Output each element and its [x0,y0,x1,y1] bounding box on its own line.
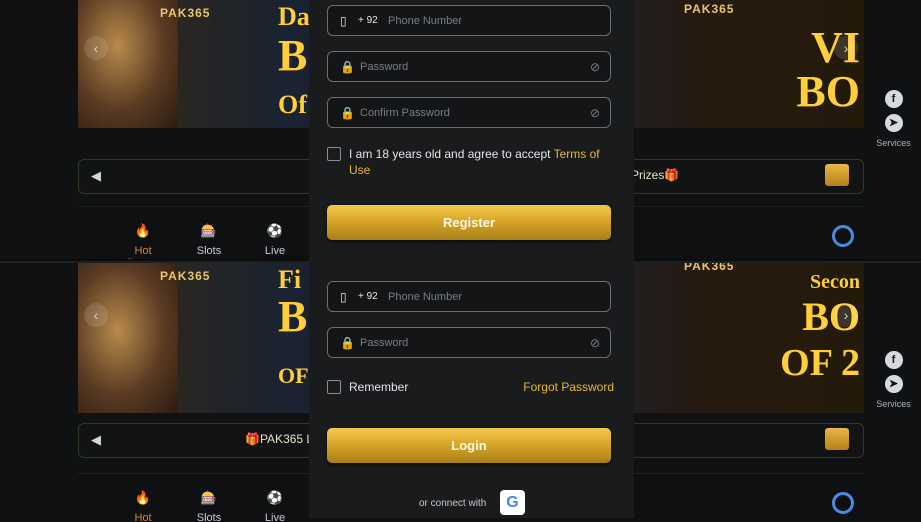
lock-icon: 🔒 [340,60,355,74]
tab-label: Slots [196,512,222,522]
ball-icon: ⚽ [266,490,284,505]
promo-text-line-3: Of [278,90,307,119]
tab-hot-games[interactable]: 🔥 Hot Games [116,223,170,259]
eye-off-icon[interactable]: ⊘ [590,60,600,74]
login-password-field[interactable]: 🔒 Password ⊘ [327,327,611,358]
phone-placeholder: Phone Number [388,291,462,303]
banner-next-arrow-icon[interactable]: › [834,303,858,327]
services-label[interactable]: Services [866,138,921,148]
tab-label: Hot Games [134,512,152,522]
facebook-icon[interactable]: f [884,351,903,369]
lock-icon: 🔒 [340,106,355,120]
confirm-password-placeholder: Confirm Password [360,107,450,119]
login-phone-field[interactable]: ▯ + 92 Phone Number [327,281,611,312]
auth-modal: ▯ + 92 Phone Number 🔒 Password ⊘ 🔒 Confi… [309,0,634,518]
tab-hot-games[interactable]: 🔥 Hot Games [116,490,170,522]
phone-icon: ▯ [340,14,347,28]
promo-text-line-2: B [278,31,308,80]
phone-icon: ▯ [340,290,347,304]
tab-label: Live [264,245,286,257]
brand-logo: PAK365 [684,263,735,273]
connect-with-label: or connect with [419,498,487,509]
register-phone-field[interactable]: ▯ + 92 Phone Number [327,5,611,36]
fire-icon: 🔥 [134,223,152,238]
gift-icon[interactable] [825,428,849,450]
eye-off-icon[interactable]: ⊘ [590,106,600,120]
promo-text-line-2: B [278,292,308,341]
brand-logo: PAK365 [684,2,735,16]
forgot-password-link[interactable]: Forgot Password [523,380,614,394]
phone-placeholder: Phone Number [388,15,462,27]
brand-logo: PAK365 [160,6,211,20]
password-placeholder: Password [360,61,409,73]
register-password-field[interactable]: 🔒 Password ⊘ [327,51,611,82]
terms-label: I am 18 years old and agree to accept [349,147,554,161]
tab-label: Live [264,512,286,522]
eye-off-icon[interactable]: ⊘ [590,336,600,350]
register-confirm-password-field[interactable]: 🔒 Confirm Password ⊘ [327,97,611,128]
search-icon[interactable] [832,492,854,514]
banner-next-arrow-icon[interactable]: › [834,36,858,60]
lock-icon: 🔒 [340,336,355,350]
terms-checkbox[interactable] [327,147,341,161]
login-button[interactable]: Login [327,428,611,463]
facebook-icon[interactable]: f [884,90,903,108]
tab-label: Hot Games [125,245,160,259]
promo-right-line-1: Secon [810,271,860,293]
google-icon: G [506,494,519,511]
remember-checkbox[interactable] [327,380,341,394]
fire-icon: 🔥 [134,490,152,505]
slot-machine-icon: 🎰 [200,223,218,238]
google-login-button[interactable]: G [500,490,525,515]
tab-live[interactable]: ⚽ Live [248,490,302,522]
services-sidebar: f ➤ Services [866,90,921,148]
remember-label[interactable]: Remember [349,380,408,394]
speaker-icon: ◀ [91,168,101,183]
promo-text-line-3: OF [278,363,309,388]
slot-machine-icon: 🎰 [200,490,218,505]
services-sidebar: f ➤ Services [866,351,921,409]
tab-label: Slots [196,245,222,257]
notice-marquee-text: 🎁PAK365 L [245,432,314,446]
password-placeholder: Password [360,337,409,349]
tab-live[interactable]: ⚽ Live [248,223,302,257]
gift-icon[interactable] [825,164,849,186]
services-label[interactable]: Services [866,399,921,409]
search-icon[interactable] [832,225,854,247]
country-code[interactable]: + 92 [358,291,378,302]
promo-text-line-1: Da [278,2,310,31]
telegram-icon[interactable]: ➤ [884,114,903,132]
promo-right-line-3: OF 2 [780,342,860,384]
banner-prev-arrow-icon[interactable]: ‹ [84,303,108,327]
notice-marquee-text: Prizes🎁 [631,168,680,182]
terms-text: I am 18 years old and agree to accept Te… [349,146,619,178]
promo-right-line-2: BO [796,67,860,116]
brand-logo: PAK365 [160,269,211,283]
speaker-icon: ◀ [91,432,101,447]
tab-slots[interactable]: 🎰 Slots [182,223,236,257]
tab-slots[interactable]: 🎰 Slots [182,490,236,522]
banner-model-image [78,263,178,413]
banner-prev-arrow-icon[interactable]: ‹ [84,36,108,60]
telegram-icon[interactable]: ➤ [884,375,903,393]
country-code[interactable]: + 92 [358,15,378,26]
register-button[interactable]: Register [327,205,611,240]
ball-icon: ⚽ [266,223,284,238]
